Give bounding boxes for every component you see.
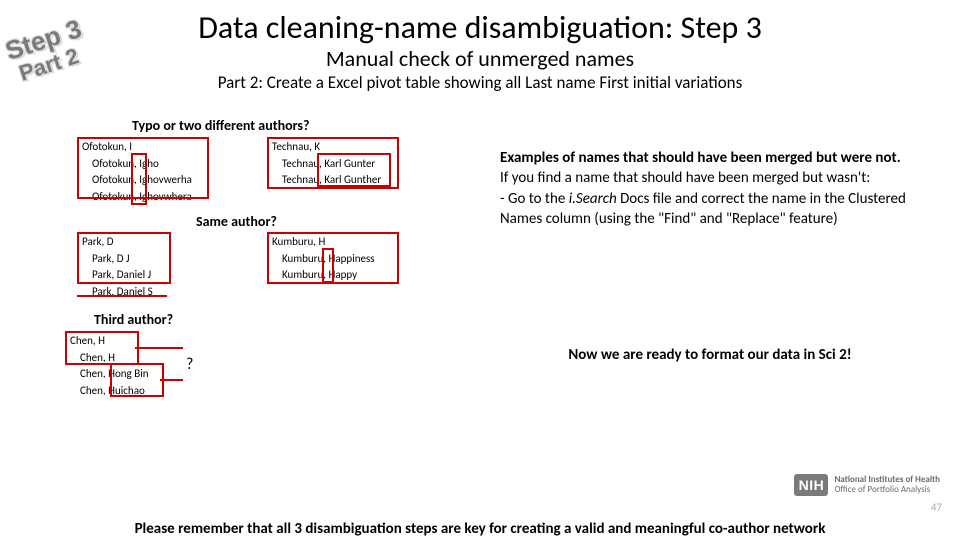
highlight-line [160,379,183,381]
highlight-box [65,331,139,365]
footer-note: Please remember that all 3 disambiguatio… [0,520,960,538]
page-subtitle: Manual check of unmerged names [0,45,960,72]
ready-line: Now we are ready to format our data in S… [500,346,920,364]
highlight-box [110,363,164,397]
highlight-line [135,347,183,349]
label-typo: Typo or two different authors? [132,117,309,134]
label-same: Same author? [196,213,277,230]
instr-isearch: i.Search [569,190,617,208]
part2-line: Part 2: Create a Excel pivot table showi… [0,72,960,93]
list-item: Park, Daniel S [82,284,153,301]
nih-logo: NIH National Institutes of Health Office… [794,474,940,496]
highlight-box [322,248,334,283]
question-mark: ? [186,355,193,374]
highlight-box [131,153,147,205]
highlight-line [77,295,167,297]
instr-line: If you find a name that should have been… [500,169,870,187]
instr-bullet-a: - Go to the [500,190,569,208]
highlight-box [317,153,391,187]
nih-line2: Office of Portfolio Analysis [834,485,940,495]
instr-title: Examples of names that should have been … [500,149,901,167]
highlight-box [77,232,171,284]
nih-badge-icon: NIH [794,474,828,496]
page-title: Data cleaning-name disambiguation: Step … [0,8,960,47]
label-third: Third author? [94,311,173,328]
nih-text: National Institutes of Health Office of … [834,475,940,495]
page-number: 47 [931,501,942,514]
instructions-block: Examples of names that should have been … [500,148,930,229]
